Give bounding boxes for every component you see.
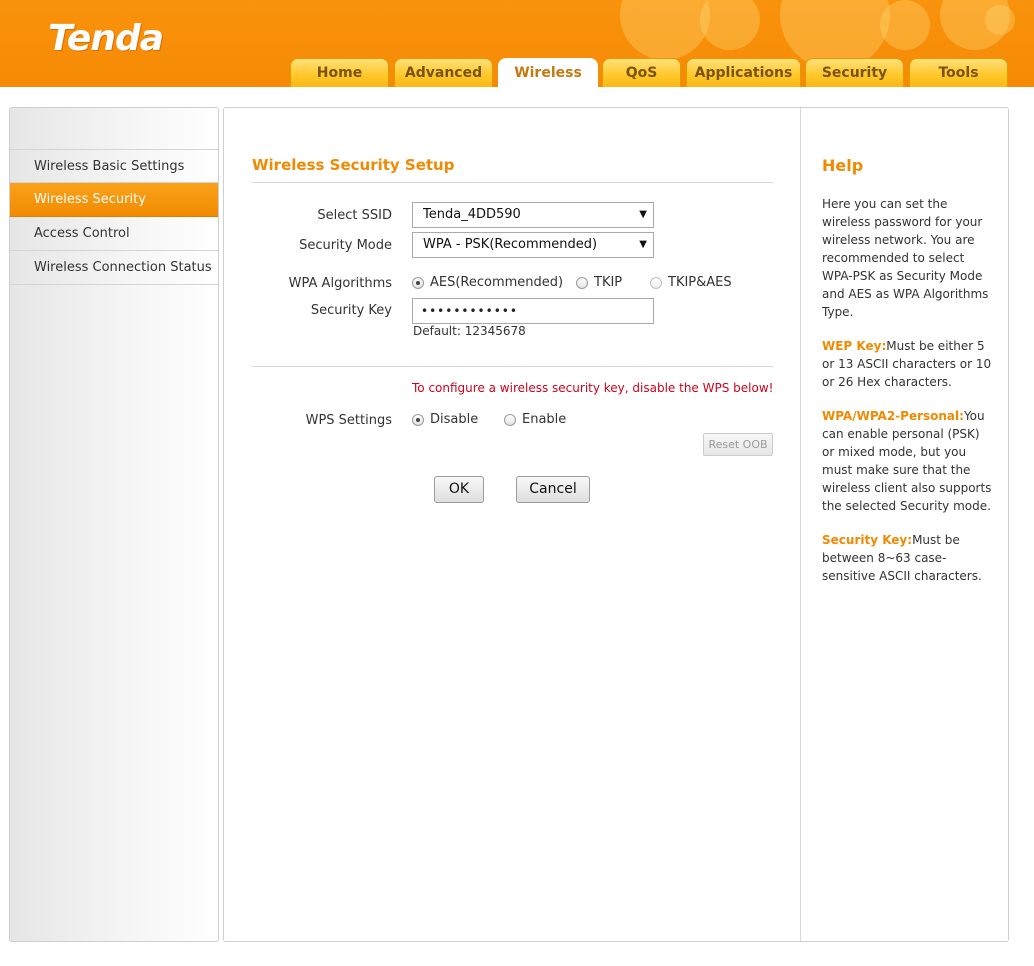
default-key-note: Default: 12345678: [413, 324, 526, 338]
cancel-button[interactable]: Cancel: [516, 476, 590, 503]
help-title: Help: [822, 156, 864, 175]
radio-wps-enable-label: Enable: [522, 412, 567, 427]
radio-tkip-aes[interactable]: TKIP&AES: [650, 275, 732, 290]
radio-aes-label: AES(Recommended): [430, 275, 564, 290]
security-mode-select[interactable]: WPA - PSK(Recommended) ▼: [412, 232, 654, 258]
tab-wireless[interactable]: Wireless: [498, 58, 598, 87]
help-item-security-key: Security Key:Must be between 8~63 case-s…: [822, 531, 994, 585]
tab-home[interactable]: Home: [290, 58, 389, 87]
wps-settings-label: WPS Settings: [305, 413, 392, 428]
help-item-wpa-personal: WPA/WPA2-Personal:You can enable persona…: [822, 407, 994, 515]
radio-unselected-icon: [650, 276, 662, 289]
radio-selected-icon: [412, 276, 424, 289]
tab-qos[interactable]: QoS: [602, 58, 681, 87]
decor-bubble: [880, 0, 930, 50]
section-title: Wireless Security Setup: [252, 156, 455, 174]
radio-unselected-icon: [504, 413, 516, 426]
ssid-select-value: Tenda_4DD590: [423, 207, 521, 222]
divider: [252, 182, 773, 183]
ssid-select[interactable]: Tenda_4DD590 ▼: [412, 202, 654, 228]
divider: [252, 366, 773, 367]
security-key-input[interactable]: ••••••••••••: [412, 298, 654, 324]
help-divider: [800, 108, 801, 941]
tab-advanced[interactable]: Advanced: [394, 58, 493, 87]
tab-applications[interactable]: Applications: [686, 58, 801, 87]
sidebar-item-access-control[interactable]: Access Control: [10, 217, 218, 251]
tab-tools[interactable]: Tools: [909, 58, 1008, 87]
radio-unselected-icon: [576, 276, 588, 289]
decor-bubble: [985, 5, 1015, 35]
tab-security[interactable]: Security: [805, 58, 904, 87]
help-item-text: You can enable personal (PSK) or mixed m…: [822, 409, 992, 513]
help-key-label: Security Key:: [822, 533, 913, 547]
reset-oob-button[interactable]: Reset OOB: [703, 433, 773, 456]
decor-bubble: [620, 0, 710, 60]
help-intro: Here you can set the wireless password f…: [822, 197, 989, 319]
security-mode-value: WPA - PSK(Recommended): [423, 237, 598, 252]
main-panel: Wireless Security Setup Select SSID Tend…: [223, 107, 1009, 942]
ok-button[interactable]: OK: [434, 476, 484, 503]
wps-warning-text: To configure a wireless security key, di…: [412, 381, 774, 395]
radio-selected-icon: [412, 413, 424, 426]
sidebar: Wireless Basic Settings Wireless Securit…: [9, 107, 219, 942]
help-key-label: WEP Key:: [822, 339, 887, 353]
sidebar-item-wireless-security[interactable]: Wireless Security: [10, 183, 218, 217]
dropdown-arrow-icon: ▼: [639, 209, 647, 220]
select-ssid-label: Select SSID: [317, 208, 392, 223]
security-key-label: Security Key: [310, 303, 392, 318]
radio-aes[interactable]: AES(Recommended): [412, 275, 563, 290]
decor-bubble: [700, 0, 760, 50]
radio-wps-disable-label: Disable: [430, 412, 479, 427]
tenda-logo: Tenda: [48, 18, 164, 59]
help-item-wep-key: WEP Key:Must be either 5 or 13 ASCII cha…: [822, 337, 994, 391]
radio-wps-disable[interactable]: Disable: [412, 412, 478, 427]
radio-tkip-aes-label: TKIP&AES: [668, 275, 732, 290]
radio-wps-enable[interactable]: Enable: [504, 412, 566, 427]
header-bar: Tenda Home Advanced Wireless QoS Applica…: [0, 0, 1034, 87]
wpa-algorithms-label: WPA Algorithms: [288, 276, 392, 291]
dropdown-arrow-icon: ▼: [639, 239, 647, 250]
help-key-label: WPA/WPA2-Personal:: [822, 409, 964, 423]
radio-tkip[interactable]: TKIP: [576, 275, 622, 290]
security-mode-label: Security Mode: [299, 238, 392, 253]
sidebar-item-wireless-basic-settings[interactable]: Wireless Basic Settings: [10, 149, 218, 183]
sidebar-item-wireless-connection-status[interactable]: Wireless Connection Status: [10, 251, 218, 285]
radio-tkip-label: TKIP: [594, 275, 623, 290]
help-panel: Help Here you can set the wireless passw…: [822, 156, 994, 601]
